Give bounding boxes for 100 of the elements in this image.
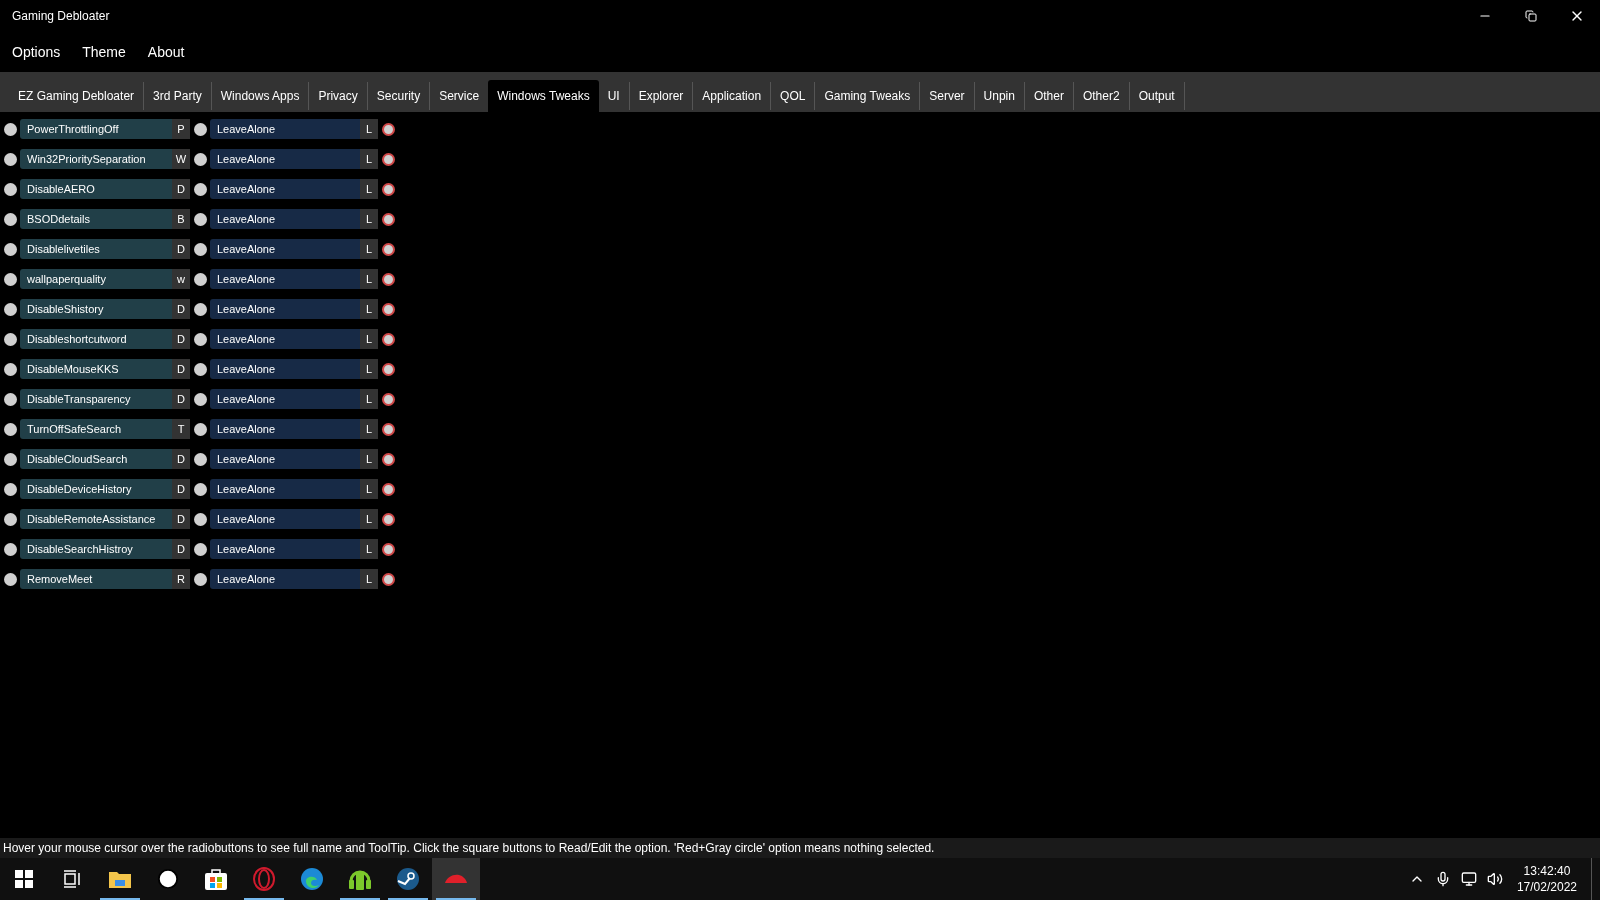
radio-button[interactable] bbox=[3, 542, 17, 556]
radio-button[interactable] bbox=[381, 422, 395, 436]
radio-button[interactable] bbox=[193, 422, 207, 436]
radio-button[interactable] bbox=[381, 542, 395, 556]
tab[interactable]: Unpin bbox=[974, 80, 1024, 112]
radio-button[interactable] bbox=[381, 242, 395, 256]
clock-display[interactable]: 13:42:40 17/02/2022 bbox=[1512, 863, 1581, 895]
radio-button[interactable] bbox=[193, 512, 207, 526]
radio-button[interactable] bbox=[3, 302, 17, 316]
radio-button[interactable] bbox=[193, 272, 207, 286]
read-edit-button[interactable]: D bbox=[172, 359, 190, 379]
radio-button[interactable] bbox=[3, 152, 17, 166]
radio-button[interactable] bbox=[381, 452, 395, 466]
tab[interactable]: Other bbox=[1024, 80, 1073, 112]
read-edit-button[interactable]: L bbox=[360, 449, 378, 469]
radio-button[interactable] bbox=[193, 482, 207, 496]
radio-button[interactable] bbox=[3, 512, 17, 526]
radio-button[interactable] bbox=[193, 122, 207, 136]
tab[interactable]: Server bbox=[920, 80, 974, 112]
menu-item[interactable]: About bbox=[147, 41, 185, 63]
read-edit-button[interactable]: L bbox=[360, 479, 378, 499]
radio-button[interactable] bbox=[193, 362, 207, 376]
read-edit-button[interactable]: L bbox=[360, 269, 378, 289]
read-edit-button[interactable]: B bbox=[172, 209, 190, 229]
read-edit-button[interactable]: w bbox=[172, 269, 190, 289]
radio-button[interactable] bbox=[381, 152, 395, 166]
radio-button[interactable] bbox=[381, 572, 395, 586]
radio-button[interactable] bbox=[3, 392, 17, 406]
read-edit-button[interactable]: D bbox=[172, 299, 190, 319]
radio-button[interactable] bbox=[381, 302, 395, 316]
read-edit-button[interactable]: L bbox=[360, 419, 378, 439]
radio-button[interactable] bbox=[193, 392, 207, 406]
read-edit-button[interactable]: D bbox=[172, 329, 190, 349]
read-edit-button[interactable]: D bbox=[172, 449, 190, 469]
radio-button[interactable] bbox=[3, 362, 17, 376]
menu-item[interactable]: Options bbox=[12, 41, 61, 63]
radio-button[interactable] bbox=[3, 452, 17, 466]
radio-button[interactable] bbox=[193, 452, 207, 466]
radio-button[interactable] bbox=[193, 332, 207, 346]
radio-button[interactable] bbox=[381, 212, 395, 226]
tab[interactable]: Application bbox=[693, 80, 771, 112]
read-edit-button[interactable]: D bbox=[172, 389, 190, 409]
read-edit-button[interactable]: P bbox=[172, 119, 190, 139]
read-edit-button[interactable]: L bbox=[360, 149, 378, 169]
tab[interactable]: Security bbox=[367, 80, 430, 112]
read-edit-button[interactable]: D bbox=[172, 479, 190, 499]
read-edit-button[interactable]: L bbox=[360, 239, 378, 259]
radio-button[interactable] bbox=[193, 242, 207, 256]
radio-button[interactable] bbox=[193, 182, 207, 196]
radio-button[interactable] bbox=[193, 542, 207, 556]
radio-button[interactable] bbox=[193, 212, 207, 226]
radio-button[interactable] bbox=[381, 482, 395, 496]
tab[interactable]: UI bbox=[598, 80, 629, 112]
radio-button[interactable] bbox=[193, 152, 207, 166]
read-edit-button[interactable]: L bbox=[360, 539, 378, 559]
tab[interactable]: Service bbox=[430, 80, 489, 112]
radio-button[interactable] bbox=[3, 272, 17, 286]
radio-button[interactable] bbox=[3, 572, 17, 586]
read-edit-button[interactable]: L bbox=[360, 179, 378, 199]
tab[interactable]: Output bbox=[1129, 80, 1184, 112]
read-edit-button[interactable]: L bbox=[360, 389, 378, 409]
tab[interactable]: Gaming Tweaks bbox=[815, 80, 920, 112]
tab[interactable]: Windows Apps bbox=[211, 80, 309, 112]
read-edit-button[interactable]: L bbox=[360, 359, 378, 379]
read-edit-button[interactable]: D bbox=[172, 239, 190, 259]
volume-icon[interactable] bbox=[1486, 871, 1503, 887]
tab[interactable]: Explorer bbox=[629, 80, 693, 112]
read-edit-button[interactable]: D bbox=[172, 539, 190, 559]
radio-button[interactable] bbox=[3, 422, 17, 436]
radio-button[interactable] bbox=[381, 512, 395, 526]
radio-button[interactable] bbox=[381, 332, 395, 346]
radio-button[interactable] bbox=[381, 362, 395, 376]
radio-button[interactable] bbox=[3, 122, 17, 136]
tab[interactable]: Privacy bbox=[309, 80, 367, 112]
read-edit-button[interactable]: D bbox=[172, 179, 190, 199]
radio-button[interactable] bbox=[193, 302, 207, 316]
read-edit-button[interactable]: W bbox=[172, 149, 190, 169]
network-icon[interactable] bbox=[1460, 871, 1477, 887]
radio-button[interactable] bbox=[381, 392, 395, 406]
menu-item[interactable]: Theme bbox=[82, 41, 126, 63]
radio-button[interactable] bbox=[3, 482, 17, 496]
taskbar-button[interactable] bbox=[432, 858, 480, 900]
radio-button[interactable] bbox=[3, 332, 17, 346]
read-edit-button[interactable]: L bbox=[360, 119, 378, 139]
read-edit-button[interactable]: L bbox=[360, 509, 378, 529]
radio-button[interactable] bbox=[3, 212, 17, 226]
tab[interactable]: Other2 bbox=[1073, 80, 1129, 112]
read-edit-button[interactable]: T bbox=[172, 419, 190, 439]
read-edit-button[interactable]: L bbox=[360, 569, 378, 589]
radio-button[interactable] bbox=[381, 182, 395, 196]
read-edit-button[interactable]: L bbox=[360, 209, 378, 229]
read-edit-button[interactable]: L bbox=[360, 299, 378, 319]
read-edit-button[interactable]: L bbox=[360, 329, 378, 349]
tab[interactable]: QOL bbox=[771, 80, 815, 112]
radio-button[interactable] bbox=[381, 272, 395, 286]
radio-button[interactable] bbox=[381, 122, 395, 136]
tab[interactable]: 3rd Party bbox=[144, 80, 211, 112]
radio-button[interactable] bbox=[3, 242, 17, 256]
tab[interactable]: EZ Gaming Debloater bbox=[9, 80, 144, 112]
tab[interactable]: Windows Tweaks bbox=[488, 80, 599, 112]
